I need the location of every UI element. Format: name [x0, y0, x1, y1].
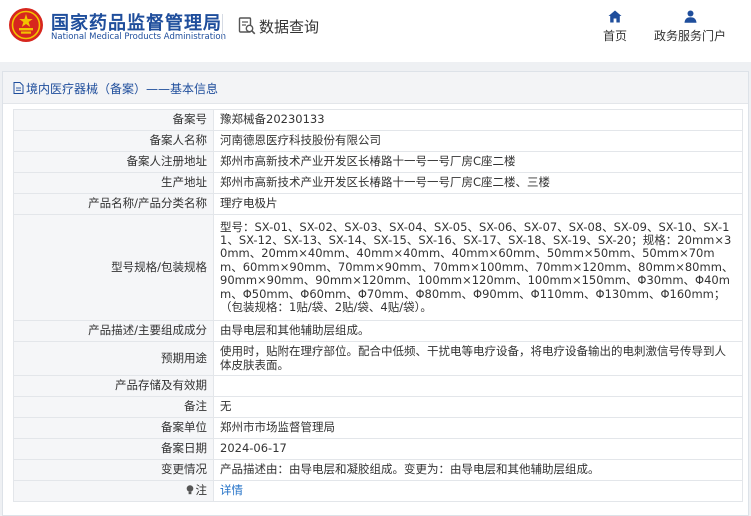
table-row: 预期用途 使用时，贴附在理疗部位。配合中低频、干扰电等电疗设备，将电疗设备输出的… [13, 341, 743, 376]
header-divider [222, 14, 223, 40]
table-row: 产品存储及有效期 [13, 375, 743, 397]
home-icon [608, 10, 622, 23]
site-title-en[interactable]: National Medical Products Administration [51, 32, 226, 42]
table-row: 备注 无 [13, 396, 743, 418]
table-row: 备案人注册地址 郑州市高新技术产业开发区长椿路十一号一号厂房C座二楼 [13, 151, 743, 173]
table-row: 备案号 豫郑械备20230133 [13, 109, 743, 131]
row-value: 由导电层和其他辅助层组成。 [213, 320, 743, 342]
nav-home[interactable]: 首页 [600, 10, 630, 44]
row-label: 预期用途 [13, 341, 214, 376]
row-label: 备案人名称 [13, 130, 214, 152]
data-query-icon [238, 17, 256, 35]
table-row: 生产地址 郑州市高新技术产业开发区长椿路十一号一号厂房C座二楼、三楼 [13, 172, 743, 194]
row-label: 备案人注册地址 [13, 151, 214, 173]
breadcrumb-text: 境内医疗器械（备案）——基本信息 [26, 82, 219, 96]
row-value: 豫郑械备20230133 [213, 109, 743, 131]
row-label: 产品描述/主要组成成分 [13, 320, 214, 342]
note-value: 详情 [213, 480, 743, 502]
table-row: 备案日期 2024-06-17 [13, 438, 743, 460]
note-label-cell: 注 [13, 480, 214, 502]
table-row: 产品名称/产品分类名称 理疗电极片 [13, 193, 743, 215]
row-value: 理疗电极片 [213, 193, 743, 215]
row-label: 型号规格/包装规格 [13, 214, 214, 321]
table-row: 备案单位 郑州市市场监督管理局 [13, 417, 743, 439]
nav-home-label: 首页 [602, 29, 627, 43]
table-row: 注 详情 [13, 480, 743, 502]
table-row: 型号规格/包装规格 型号：SX-01、SX-02、SX-03、SX-04、SX-… [13, 214, 743, 321]
row-label: 生产地址 [13, 172, 214, 194]
user-icon [684, 10, 696, 23]
row-value: 郑州市高新技术产业开发区长椿路十一号一号厂房C座二楼、三楼 [213, 172, 743, 194]
row-value [213, 375, 743, 397]
row-value: 郑州市高新技术产业开发区长椿路十一号一号厂房C座二楼 [213, 151, 743, 173]
document-icon [13, 82, 24, 94]
row-value: 产品描述由：由导电层和凝胶组成。变更为：由导电层和其他辅助层组成。 [213, 459, 743, 481]
breadcrumb: 境内医疗器械（备案）——基本信息 [3, 72, 748, 104]
row-value: 2024-06-17 [213, 438, 743, 460]
row-value: 郑州市市场监督管理局 [213, 417, 743, 439]
details-link[interactable]: 详情 [220, 483, 243, 497]
table-row: 产品描述/主要组成成分 由导电层和其他辅助层组成。 [13, 320, 743, 342]
row-label: 备案日期 [13, 438, 214, 460]
national-emblem-icon [9, 8, 43, 42]
row-value: 型号：SX-01、SX-02、SX-03、SX-04、SX-05、SX-06、S… [213, 214, 743, 321]
bulb-icon [186, 485, 193, 495]
detail-card: 境内医疗器械（备案）——基本信息 备案号 豫郑械备20230133 备案人名称 … [2, 71, 749, 516]
nav-service-portal[interactable]: 政务服务门户 [652, 10, 728, 44]
site-header: 国家药品监督管理局 National Medical Products Admi… [0, 0, 751, 62]
info-table: 备案号 豫郑械备20230133 备案人名称 河南德恩医疗科技股份有限公司 备案… [13, 109, 743, 502]
table-row: 备案人名称 河南德恩医疗科技股份有限公司 [13, 130, 743, 152]
row-label: 产品名称/产品分类名称 [13, 193, 214, 215]
row-value: 使用时，贴附在理疗部位。配合中低频、干扰电等电疗设备，将电疗设备输出的电刺激信号… [213, 341, 743, 376]
note-label: 注 [195, 483, 208, 498]
row-value: 无 [213, 396, 743, 418]
table-row: 变更情况 产品描述由：由导电层和凝胶组成。变更为：由导电层和其他辅助层组成。 [13, 459, 743, 481]
row-label: 备案单位 [13, 417, 214, 439]
row-label: 产品存储及有效期 [13, 375, 214, 397]
nav-service-label: 政务服务门户 [653, 29, 726, 43]
row-label: 备案号 [13, 109, 214, 131]
row-label: 变更情况 [13, 459, 214, 481]
data-query-label: 数据查询 [259, 18, 320, 36]
row-value: 河南德恩医疗科技股份有限公司 [213, 130, 743, 152]
row-label: 备注 [13, 396, 214, 418]
